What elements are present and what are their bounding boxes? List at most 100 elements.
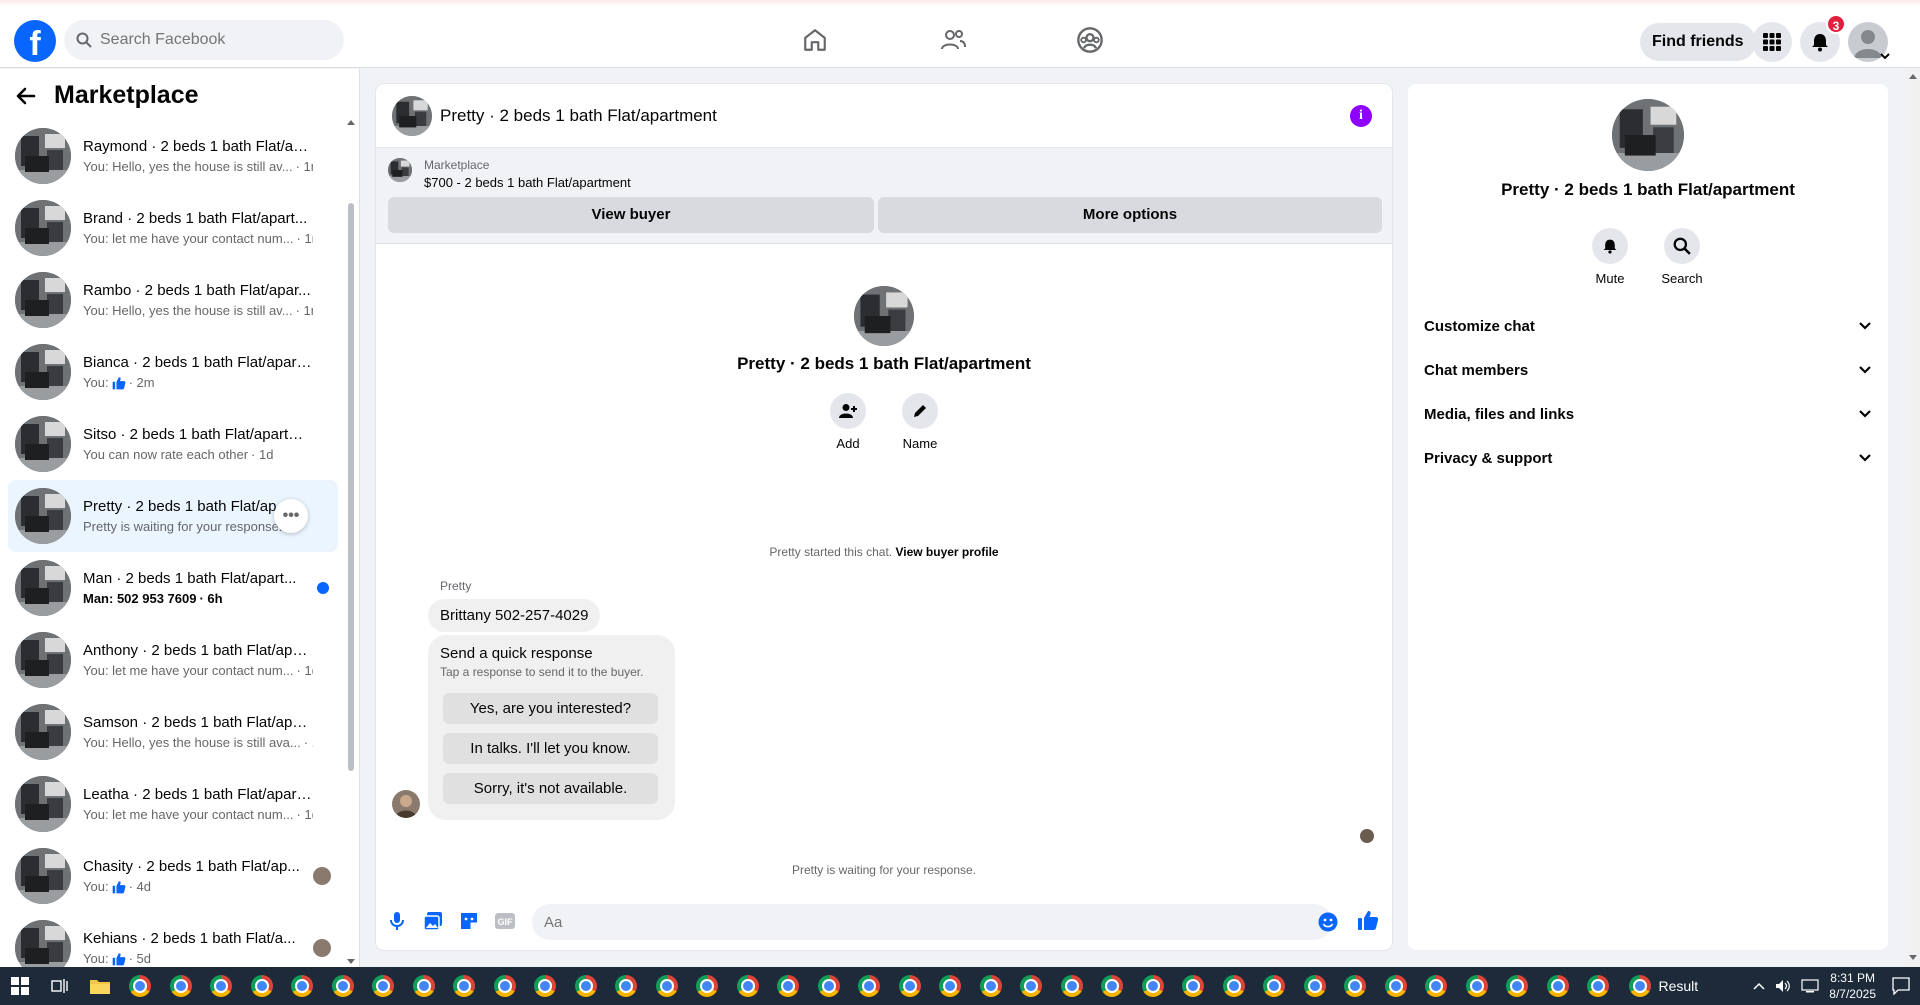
find-friends-button[interactable]: Find friends: [1640, 23, 1756, 61]
search-input[interactable]: [100, 31, 320, 49]
media-files-links-section[interactable]: Media, files and links: [1424, 394, 1872, 434]
task-view-icon[interactable]: [40, 967, 80, 1005]
chrome-taskbar-icon[interactable]: [1538, 967, 1579, 1005]
chrome-taskbar-icon[interactable]: [971, 967, 1012, 1005]
chrome-taskbar-icon[interactable]: [120, 967, 161, 1005]
sticker-icon[interactable]: [458, 910, 480, 932]
emoji-icon[interactable]: [1317, 911, 1339, 933]
message-input-wrapper[interactable]: [532, 904, 1332, 940]
info-avatar[interactable]: [1612, 99, 1684, 171]
chrome-taskbar-icon[interactable]: [161, 967, 202, 1005]
chrome-taskbar-icon[interactable]: [768, 967, 809, 1005]
listing-thumbnail[interactable]: [388, 158, 412, 182]
chrome-taskbar-icon[interactable]: [404, 967, 445, 1005]
chrome-taskbar-icon[interactable]: [1335, 967, 1376, 1005]
chrome-taskbar-icon[interactable]: [1214, 967, 1255, 1005]
file-explorer-icon[interactable]: [80, 967, 120, 1005]
microphone-icon[interactable]: [386, 910, 408, 932]
chrome-taskbar-icon[interactable]: [1295, 967, 1336, 1005]
chrome-taskbar-icon[interactable]: [1011, 967, 1052, 1005]
windows-start-icon[interactable]: [0, 967, 40, 1005]
chrome-taskbar-icon[interactable]: [890, 967, 931, 1005]
add-people-action[interactable]: Add: [818, 393, 878, 451]
facebook-logo[interactable]: f: [14, 20, 56, 62]
chrome-taskbar-icon[interactable]: [1457, 967, 1498, 1005]
tray-chevron-up-icon[interactable]: [1753, 982, 1765, 990]
listing-price-title[interactable]: $700 - 2 beds 1 bath Flat/apartment: [424, 175, 631, 190]
chat-title[interactable]: Pretty · 2 beds 1 bath Flat/apartment: [440, 106, 717, 126]
back-arrow-icon[interactable]: [16, 87, 36, 105]
chrome-taskbar-icon[interactable]: [444, 967, 485, 1005]
chrome-taskbar-icon[interactable]: [930, 967, 971, 1005]
friends-icon[interactable]: [928, 16, 978, 64]
search-icon[interactable]: [1664, 228, 1700, 264]
quick-reply-not-available[interactable]: Sorry, it's not available.: [443, 773, 658, 804]
account-chevron-icon[interactable]: [1880, 52, 1890, 60]
chrome-taskbar-icon[interactable]: [282, 967, 323, 1005]
home-icon[interactable]: [790, 16, 840, 64]
chrome-taskbar-icon[interactable]: [323, 967, 364, 1005]
chrome-taskbar-icon[interactable]: [1578, 967, 1619, 1005]
view-buyer-profile-link[interactable]: View buyer profile: [895, 545, 998, 559]
conversation-item[interactable]: Raymond · 2 beds 1 bath Flat/ap... You: H…: [8, 120, 338, 192]
chrome-taskbar-icon[interactable]: [1416, 967, 1457, 1005]
conversation-item[interactable]: Sitso · 2 beds 1 bath Flat/apartm... You …: [8, 408, 338, 480]
chrome-taskbar-icon[interactable]: [687, 967, 728, 1005]
chrome-taskbar-icon[interactable]: [242, 967, 283, 1005]
chrome-taskbar-icon[interactable]: [363, 967, 404, 1005]
conversation-item[interactable]: Samson · 2 beds 1 bath Flat/apa... You: H…: [8, 696, 338, 768]
message-bubble[interactable]: Brittany 502-257-4029: [428, 599, 601, 632]
conversation-item[interactable]: Rambo · 2 beds 1 bath Flat/apar... You: H…: [8, 264, 338, 336]
network-icon[interactable]: [1801, 979, 1819, 993]
volume-icon[interactable]: [1775, 979, 1791, 993]
apps-grid-icon[interactable]: [1752, 22, 1792, 62]
notification-center-icon[interactable]: [1892, 977, 1910, 999]
page-scrollbar[interactable]: [1906, 69, 1920, 967]
photo-icon[interactable]: [422, 910, 444, 932]
quick-reply-interested[interactable]: Yes, are you interested?: [443, 693, 658, 724]
taskbar-clock[interactable]: 8:31 PM 8/7/2025: [1829, 970, 1876, 1002]
chrome-taskbar-icon[interactable]: [525, 967, 566, 1005]
chrome-taskbar-icon[interactable]: [606, 967, 647, 1005]
chat-avatar[interactable]: [392, 96, 432, 136]
info-icon[interactable]: i: [1350, 105, 1372, 127]
groups-icon[interactable]: [1065, 16, 1115, 64]
conversation-scrollbar[interactable]: [347, 119, 355, 965]
scrollbar-thumb[interactable]: [348, 203, 354, 771]
more-options-icon[interactable]: •••: [274, 499, 308, 533]
chrome-taskbar-icon[interactable]: [647, 967, 688, 1005]
add-person-icon[interactable]: [830, 393, 866, 429]
mute-action[interactable]: Mute: [1580, 228, 1640, 286]
customize-chat-section[interactable]: Customize chat: [1424, 306, 1872, 346]
conversation-item[interactable]: Anthony · 2 beds 1 bath Flat/apa... You: …: [8, 624, 338, 696]
chrome-taskbar-icon[interactable]: [728, 967, 769, 1005]
conversation-item[interactable]: Bianca · 2 beds 1 bath Flat/apart... You:…: [8, 336, 338, 408]
chrome-taskbar-icon[interactable]: [1497, 967, 1538, 1005]
view-buyer-button[interactable]: View buyer: [388, 197, 874, 233]
privacy-support-section[interactable]: Privacy & support: [1424, 438, 1872, 478]
taskbar-result-app[interactable]: Result: [1628, 975, 1698, 997]
search-box[interactable]: [64, 20, 344, 60]
chrome-taskbar-icon[interactable]: [566, 967, 607, 1005]
conversation-item[interactable]: Pretty · 2 beds 1 bath Flat/ap Pretty is …: [8, 480, 338, 552]
chrome-taskbar-icon[interactable]: [809, 967, 850, 1005]
message-input[interactable]: [544, 913, 1244, 931]
more-options-button[interactable]: More options: [878, 197, 1382, 233]
search-action[interactable]: Search: [1652, 228, 1712, 286]
chrome-taskbar-icon[interactable]: [1376, 967, 1417, 1005]
bell-icon[interactable]: [1592, 228, 1628, 264]
conversation-item[interactable]: Chasity · 2 beds 1 bath Flat/ap... You: · …: [8, 840, 338, 912]
chrome-taskbar-icon[interactable]: [1254, 967, 1295, 1005]
chrome-taskbar-icon[interactable]: [1173, 967, 1214, 1005]
quick-reply-in-talks[interactable]: In talks. I'll let you know.: [443, 733, 658, 764]
name-chat-action[interactable]: Name: [890, 393, 950, 451]
thumbs-up-icon[interactable]: [1357, 909, 1379, 931]
chrome-taskbar-icon[interactable]: [485, 967, 526, 1005]
gif-icon[interactable]: GIF: [494, 910, 516, 932]
pencil-icon[interactable]: [902, 393, 938, 429]
chrome-taskbar-icon[interactable]: [1133, 967, 1174, 1005]
sender-avatar[interactable]: [392, 790, 420, 818]
chrome-taskbar-icon[interactable]: [849, 967, 890, 1005]
chrome-taskbar-icon[interactable]: [1052, 967, 1093, 1005]
chrome-taskbar-icon[interactable]: [1092, 967, 1133, 1005]
